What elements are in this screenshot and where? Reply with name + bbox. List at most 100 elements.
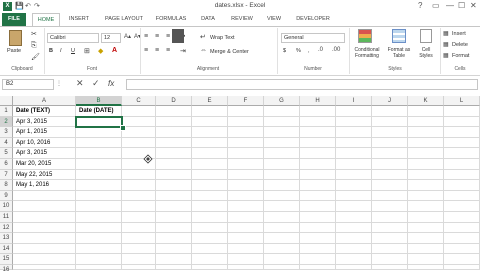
tab-view[interactable]: VIEW [262,13,286,26]
fill-handle[interactable] [120,125,126,131]
table-row [13,170,480,181]
align-center-icon[interactable]: ≡ [155,47,159,54]
row-header[interactable]: 14 [0,243,13,255]
row-header[interactable]: 6 [0,159,13,170]
currency-button[interactable]: $ [283,48,286,54]
decrease-decimal-icon[interactable]: .00 [332,47,340,53]
align-top-icon[interactable]: ≡ [144,33,148,40]
cell-a7[interactable]: May 22, 2015 [14,170,52,180]
row-header[interactable]: 12 [0,222,13,234]
group-separator [140,28,141,74]
color-swatch-icon[interactable] [172,29,184,43]
format-painter-icon[interactable]: 🖌 [31,53,40,61]
column-header-e[interactable]: E [192,96,228,106]
comma-button[interactable]: , [308,48,310,54]
column-header-b[interactable]: B [76,96,122,106]
cancel-icon[interactable]: ✕ [76,78,84,89]
tab-home[interactable]: HOME [32,13,60,26]
paste-button[interactable]: Paste [4,28,28,58]
column-header-k[interactable]: K [408,96,444,106]
cell-a1[interactable]: Date (TEXT) [14,106,50,116]
tab-insert[interactable]: INSERT [64,13,94,26]
bold-button[interactable]: B [49,48,53,54]
borders-icon[interactable]: ⊞ [84,47,90,55]
insert-button[interactable]: Insert [452,31,466,37]
grow-font-icon[interactable]: A▴ [124,33,131,40]
ribbon-display-icon[interactable]: ▭ [432,1,440,10]
formula-input[interactable] [126,79,478,90]
column-header-h[interactable]: H [300,96,336,106]
column-header-d[interactable]: D [156,96,192,106]
increase-decimal-icon[interactable]: .0 [318,47,323,53]
cell-a4[interactable]: Apr 10, 2016 [14,138,50,148]
row-header[interactable]: 15 [0,254,13,265]
cell-a6[interactable]: Mar 20, 2015 [14,159,51,169]
row-header[interactable]: 2 [0,116,13,128]
merge-center-button[interactable]: Merge & Center [210,49,249,55]
cut-icon[interactable]: ✂ [31,30,37,38]
number-format-select[interactable]: General [281,33,345,43]
maximize-icon[interactable]: ☐ [458,1,465,10]
column-header-l[interactable]: L [444,96,480,106]
font-color-icon[interactable]: A [112,47,117,54]
font-name-select[interactable]: Calibri [47,33,99,43]
row-header[interactable]: 1 [0,106,13,117]
row-header[interactable]: 13 [0,233,13,244]
tab-page-layout[interactable]: PAGE LAYOUT [100,13,148,26]
tab-developer[interactable]: DEVELOPER [292,13,334,26]
italic-button[interactable]: I [60,48,62,54]
minimize-icon[interactable]: — [446,1,454,10]
row-header[interactable]: 11 [0,212,13,223]
tab-data[interactable]: DATA [196,13,220,26]
format-as-table-button[interactable]: Format as Table [384,47,414,59]
row-header[interactable]: 8 [0,180,13,191]
column-header-g[interactable]: G [264,96,300,106]
cell-a5[interactable]: Apr 3, 2015 [14,148,47,158]
align-bottom-icon[interactable]: ≡ [166,33,170,40]
select-all-button[interactable] [0,96,13,106]
column-header-a[interactable]: A [13,96,76,106]
align-right-icon[interactable]: ≡ [166,47,170,54]
clipboard-icon [9,30,22,46]
cell-styles-button[interactable]: Cell Styles [415,47,437,59]
column-header-f[interactable]: F [228,96,264,106]
help-icon[interactable]: ? [418,1,422,10]
conditional-formatting-icon [358,29,372,43]
row-header[interactable]: 4 [0,137,13,149]
row-header[interactable]: 9 [0,190,13,202]
insert-function-icon[interactable]: fx [108,79,114,88]
row-header[interactable]: 5 [0,148,13,159]
delete-button[interactable]: Delete [452,42,468,48]
row-header[interactable]: 16 [0,265,13,273]
conditional-formatting-button[interactable]: Conditional Formatting [352,47,382,59]
cell-a8[interactable]: May 1, 2016 [14,180,49,190]
format-button[interactable]: Format [452,53,469,59]
fill-color-icon[interactable]: ◆ [98,47,103,55]
table-row [13,212,480,223]
name-box[interactable]: B2 [2,79,54,90]
cell-a2[interactable]: Apr 3, 2015 [14,117,47,127]
column-header-c[interactable]: C [122,96,156,106]
row-header[interactable]: 7 [0,169,13,181]
align-left-icon[interactable]: ≡ [144,47,148,54]
column-header-i[interactable]: I [336,96,372,106]
cell-b1[interactable]: Date (DATE) [77,106,114,116]
enter-icon[interactable]: ✓ [92,78,100,89]
indent-icon[interactable]: ⇥ [180,47,186,55]
row-header[interactable]: 3 [0,127,13,138]
column-header-j[interactable]: J [372,96,408,106]
wrap-text-button[interactable]: Wrap Text [210,35,235,41]
tab-file[interactable]: FILE [2,13,26,26]
close-icon[interactable]: ✕ [470,1,477,10]
row-header[interactable]: 10 [0,201,13,212]
font-size-select[interactable]: 12 [101,33,121,43]
selected-cell-b2[interactable] [75,116,123,128]
align-middle-icon[interactable]: ≡ [155,33,159,40]
percent-button[interactable]: % [296,48,301,54]
copy-icon[interactable]: ⎘ [31,42,37,50]
underline-button[interactable]: U [71,48,75,54]
tab-review[interactable]: REVIEW [226,13,258,26]
cell-a3[interactable]: Apr 1, 2015 [14,127,47,137]
table-label: Table [393,53,405,59]
tab-formulas[interactable]: FORMULAS [152,13,190,26]
